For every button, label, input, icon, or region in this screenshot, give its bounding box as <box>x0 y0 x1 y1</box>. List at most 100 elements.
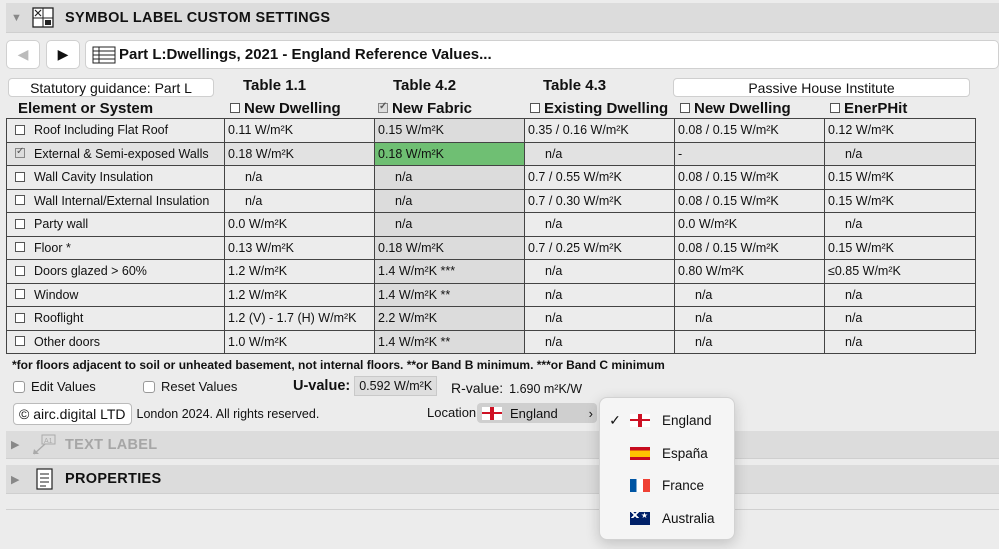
value-cell[interactable]: 0.15 W/m²K <box>824 165 976 190</box>
value-cell[interactable]: n/a <box>824 329 976 354</box>
value-cell[interactable]: 1.2 W/m²K <box>224 282 375 307</box>
value-cell[interactable]: n/a <box>674 329 825 354</box>
value-cell[interactable]: 1.4 W/m²K ** <box>374 282 525 307</box>
value-cell[interactable]: 2.2 W/m²K <box>374 306 525 331</box>
value-cell[interactable]: n/a <box>374 188 525 213</box>
new-fabric-checkbox[interactable] <box>378 101 388 114</box>
edit-values-checkbox[interactable] <box>13 380 25 393</box>
menu-item-france[interactable]: France <box>600 472 736 498</box>
value-cell[interactable]: 0.80 W/m²K <box>674 259 825 284</box>
location-select[interactable]: England › <box>477 403 597 423</box>
ph-new-dwelling-checkbox[interactable] <box>680 103 690 114</box>
value-cell[interactable]: n/a <box>824 212 976 237</box>
ph-new-dwelling-column-header[interactable]: New Dwelling <box>680 100 791 117</box>
value-cell[interactable]: n/a <box>524 259 675 284</box>
value-cell[interactable]: 1.4 W/m²K *** <box>374 259 525 284</box>
existing-dwelling-checkbox[interactable] <box>530 103 540 114</box>
table-row[interactable]: Wall Cavity Insulation n/a n/a 0.7 / 0.55 W… <box>6 165 976 190</box>
row-checkbox[interactable] <box>15 171 25 182</box>
value-cell[interactable]: n/a <box>824 282 976 307</box>
value-cell[interactable]: n/a <box>224 188 375 213</box>
value-cell[interactable]: 0.11 W/m²K <box>224 118 375 143</box>
row-checkbox[interactable] <box>15 242 25 253</box>
value-cell[interactable]: ≤0.85 W/m²K <box>824 259 976 284</box>
value-cell[interactable]: 0.13 W/m²K <box>224 235 375 260</box>
value-cell[interactable]: 1.2 (V) - 1.7 (H) W/m²K <box>224 306 375 331</box>
element-cell[interactable]: Wall Cavity Insulation <box>6 165 225 190</box>
table-row[interactable]: Roof Including Flat Roof 0.11 W/m²K 0.15 W… <box>6 118 976 143</box>
menu-item-australia[interactable]: Australia <box>600 505 736 531</box>
value-cell[interactable]: n/a <box>524 306 675 331</box>
back-button[interactable]: ◀ <box>6 40 40 69</box>
element-cell[interactable]: Floor * <box>6 235 225 260</box>
element-cell[interactable]: Roof Including Flat Roof <box>6 118 225 143</box>
row-checkbox[interactable] <box>15 312 25 323</box>
forward-button[interactable]: ▶ <box>46 40 80 69</box>
menu-item-espana[interactable]: España <box>600 440 736 466</box>
value-cell[interactable]: 0.08 / 0.15 W/m²K <box>674 188 825 213</box>
value-cell[interactable]: n/a <box>674 282 825 307</box>
value-cell[interactable]: n/a <box>824 306 976 331</box>
element-cell[interactable]: Party wall <box>6 212 225 237</box>
value-cell[interactable]: 0.15 W/m²K <box>824 235 976 260</box>
value-cell[interactable]: 0.7 / 0.55 W/m²K <box>524 165 675 190</box>
value-cell[interactable]: 0.15 W/m²K <box>374 118 525 143</box>
row-checkbox[interactable] <box>15 146 25 159</box>
value-cell[interactable]: 0.35 / 0.16 W/m²K <box>524 118 675 143</box>
value-cell[interactable]: 0.7 / 0.30 W/m²K <box>524 188 675 213</box>
row-checkbox[interactable] <box>15 124 25 135</box>
existing-dwelling-column-header[interactable]: Existing Dwelling <box>530 100 668 117</box>
value-cell[interactable]: n/a <box>674 306 825 331</box>
new-fabric-column-header[interactable]: New Fabric <box>378 100 472 117</box>
new-dwelling-checkbox[interactable] <box>230 103 240 114</box>
value-cell[interactable]: 0.18 W/m²K <box>374 235 525 260</box>
table-row[interactable]: Party wall 0.0 W/m²K n/a n/a 0.0 W/m²K n/a <box>6 212 976 237</box>
table-row[interactable]: Rooflight 1.2 (V) - 1.7 (H) W/m²K 2.2 W/m²… <box>6 306 976 331</box>
copyright-badge[interactable]: © airc.digital LTD <box>13 403 132 425</box>
value-cell[interactable]: n/a <box>224 165 375 190</box>
value-cell[interactable]: 0.08 / 0.15 W/m²K <box>674 165 825 190</box>
value-cell[interactable]: 0.0 W/m²K <box>674 212 825 237</box>
table-row[interactable]: External & Semi-exposed Walls 0.18 W/m²K0… <box>6 141 976 166</box>
table-row[interactable]: Window 1.2 W/m²K 1.4 W/m²K ** n/a n/a n/a <box>6 282 976 307</box>
table-row[interactable]: Other doors 1.0 W/m²K 1.4 W/m²K ** n/a n/a n/… <box>6 329 976 354</box>
table-row[interactable]: Floor * 0.13 W/m²K 0.18 W/m²K 0.7 / 0.25 W/… <box>6 235 976 260</box>
element-cell[interactable]: Other doors <box>6 329 225 354</box>
reference-path-field[interactable]: Part L:Dwellings, 2021 - England Referen… <box>85 40 999 69</box>
value-cell[interactable]: 0.15 W/m²K <box>824 188 976 213</box>
element-cell[interactable]: Wall Internal/External Insulation <box>6 188 225 213</box>
element-cell[interactable]: External & Semi-exposed Walls <box>6 141 225 166</box>
collapse-triangle-icon[interactable]: ▼ <box>11 12 27 24</box>
value-cell[interactable]: 0.08 / 0.15 W/m²K <box>674 235 825 260</box>
value-cell[interactable]: 1.2 W/m²K <box>224 259 375 284</box>
element-cell[interactable]: Rooflight <box>6 306 225 331</box>
text-label-section-header[interactable]: ▶ A1 TEXT LABEL <box>6 431 999 459</box>
value-cell[interactable]: 0.08 / 0.15 W/m²K <box>674 118 825 143</box>
edit-values-option[interactable]: Edit Values <box>13 379 96 394</box>
value-cell[interactable]: 0.7 / 0.25 W/m²K <box>524 235 675 260</box>
menu-item-england[interactable]: ✓ England <box>600 407 736 433</box>
row-checkbox[interactable] <box>15 289 25 300</box>
value-cell[interactable]: n/a <box>824 141 976 166</box>
row-checkbox[interactable] <box>15 336 25 347</box>
expand-triangle-icon[interactable]: ▶ <box>11 438 27 451</box>
value-cell[interactable]: 0.18 W/m²K <box>224 141 375 166</box>
value-cell[interactable]: 0.0 W/m²K <box>224 212 375 237</box>
value-cell[interactable]: - <box>674 141 825 166</box>
value-cell[interactable]: n/a <box>374 165 525 190</box>
row-checkbox[interactable] <box>15 218 25 229</box>
value-cell[interactable]: 0.18 W/m²K <box>374 141 525 166</box>
new-dwelling-column-header[interactable]: New Dwelling <box>230 100 341 117</box>
element-cell[interactable]: Doors glazed > 60% <box>6 259 225 284</box>
value-cell[interactable]: 0.12 W/m²K <box>824 118 976 143</box>
reset-values-option[interactable]: Reset Values <box>143 379 237 394</box>
row-checkbox[interactable] <box>15 265 25 276</box>
expand-triangle-icon[interactable]: ▶ <box>11 473 27 486</box>
row-checkbox[interactable] <box>15 195 25 206</box>
value-cell[interactable]: n/a <box>524 329 675 354</box>
table-row[interactable]: Wall Internal/External Insulation n/a n/a 0… <box>6 188 976 213</box>
value-cell[interactable]: n/a <box>524 141 675 166</box>
value-cell[interactable]: n/a <box>374 212 525 237</box>
properties-section-header[interactable]: ▶ PROPERTIES <box>6 465 999 494</box>
enerphit-checkbox[interactable] <box>830 103 840 114</box>
